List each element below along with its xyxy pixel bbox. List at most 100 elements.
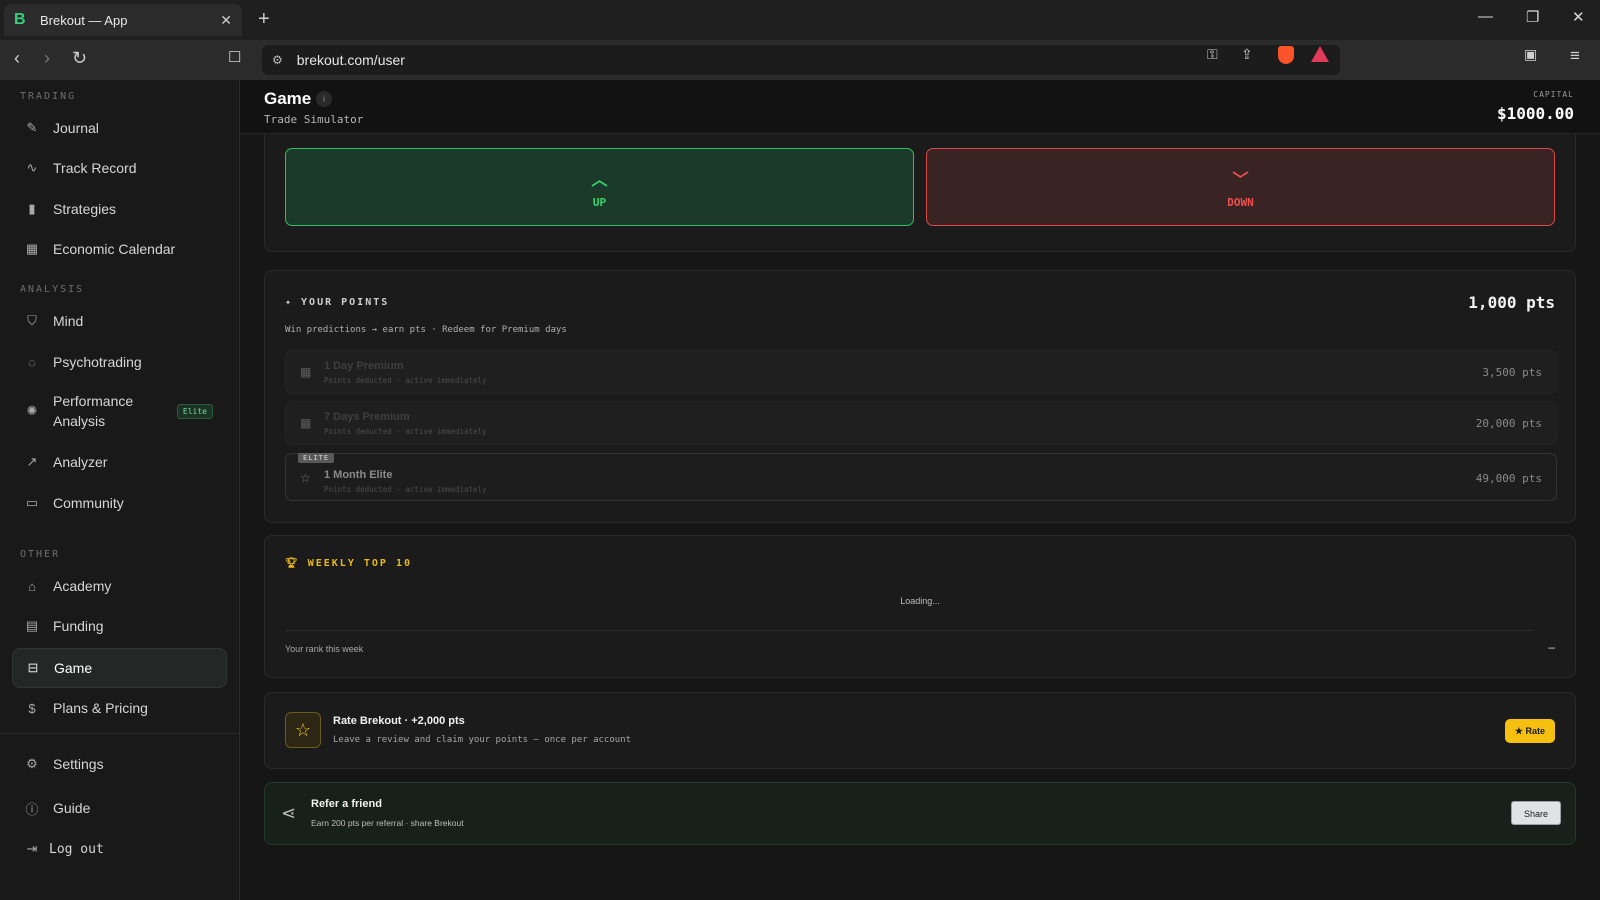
sidebar-item-label: Economic Calendar xyxy=(53,241,176,257)
site-settings-icon[interactable]: ⚙ xyxy=(272,53,283,67)
section-analysis: ANALYSIS xyxy=(20,284,85,295)
brave-rewards-icon[interactable] xyxy=(1311,46,1329,62)
sidebar-item-analyzer[interactable]: ↗ Analyzer xyxy=(12,443,227,481)
section-other: OTHER xyxy=(20,549,61,560)
brekout-favicon-icon: B xyxy=(14,11,26,28)
info-circle-icon: ⓘ xyxy=(25,801,39,817)
refer-subtitle: Earn 200 pts per referral · share Brekou… xyxy=(311,818,464,828)
sidebar-item-label: Funding xyxy=(53,618,104,634)
reward-desc: Points deducted · active immediately xyxy=(324,485,487,494)
reload-icon[interactable]: ↻ xyxy=(72,48,87,69)
bookmark-icon[interactable]: ☐ xyxy=(228,48,241,66)
reward-7-days-premium[interactable]: ▦ 7 Days Premium Points deducted · activ… xyxy=(285,401,1557,445)
new-tab-icon[interactable]: + xyxy=(258,8,270,31)
address-bar[interactable]: ⚙ brekout.com/user xyxy=(262,45,1340,75)
sidebar-item-game[interactable]: ⊟ Game xyxy=(12,648,227,688)
minimize-icon[interactable]: — xyxy=(1478,8,1493,25)
sidebar-item-journal[interactable]: ✎ Journal xyxy=(12,109,227,147)
rank-label: Your rank this week xyxy=(285,644,364,654)
rate-subtitle: Leave a review and claim your points — o… xyxy=(333,735,632,745)
sidebar-item-academy[interactable]: ⌂ Academy xyxy=(12,567,227,605)
activity-icon: ∿ xyxy=(26,160,38,175)
prediction-card: ︿ UP ﹀ DOWN xyxy=(264,134,1576,252)
brave-shield-icon[interactable] xyxy=(1278,46,1294,64)
sidebar-item-community[interactable]: ▭ Community xyxy=(12,484,227,522)
sidebar-item-psychotrading[interactable]: ◌ Psychotrading xyxy=(12,343,227,381)
menu-icon[interactable]: ≡ xyxy=(1570,46,1580,66)
down-button[interactable]: ﹀ DOWN xyxy=(926,148,1555,226)
sidebar-divider xyxy=(0,733,239,734)
sun-icon: ✺ xyxy=(26,403,38,418)
up-button[interactable]: ︿ UP xyxy=(285,148,914,226)
elite-tag: ELITE xyxy=(298,453,335,463)
capital-label: CAPITAL xyxy=(1533,90,1574,99)
rate-button[interactable]: ★ Rate xyxy=(1504,719,1555,743)
weekly-title: 🏆︎ WEEKLY TOP 10 xyxy=(285,558,412,569)
bulb-icon: ◌ xyxy=(28,354,36,370)
share-button[interactable]: Share xyxy=(1510,801,1561,825)
logout-label: Log out xyxy=(49,841,104,857)
briefcase-icon: ▤ xyxy=(25,618,39,633)
url-text[interactable]: brekout.com/user xyxy=(297,52,405,68)
reward-1-month-elite[interactable]: ELITE ☆ 1 Month Elite Points deducted · … xyxy=(285,453,1557,501)
browser-toolbar: ‹ › ↻ ☐ ⚙ brekout.com/user ⚿ ⇪ ▣ ≡ xyxy=(0,40,1600,80)
reader-icon[interactable]: ▣ xyxy=(1524,46,1537,63)
sidebar-item-label: Analyzer xyxy=(53,454,108,470)
info-icon[interactable]: i xyxy=(316,91,332,107)
reward-cost: 3,500 pts xyxy=(1482,366,1542,379)
sidebar-item-label: Game xyxy=(54,660,93,676)
sidebar-item-label: Academy xyxy=(53,578,112,594)
back-icon[interactable]: ‹ xyxy=(14,48,20,69)
points-value: 1,000 pts xyxy=(1468,293,1555,312)
sidebar-item-label: Performance Analysis xyxy=(53,393,134,429)
section-trading: TRADING xyxy=(20,91,77,102)
sidebar-item-mind[interactable]: ⛉ Mind xyxy=(12,302,227,340)
sidebar-item-performance-analysis[interactable]: ✺ Performance Analysis Elite xyxy=(12,383,227,439)
sidebar-item-label: Community xyxy=(53,495,124,511)
sidebar-item-settings[interactable]: ⚙ Settings xyxy=(12,745,227,783)
sidebar-item-label: Guide xyxy=(53,800,91,816)
chevron-up-icon: ︿ xyxy=(591,171,608,189)
pencil-icon: ✎ xyxy=(26,120,38,135)
sidebar-item-label: Settings xyxy=(53,756,104,772)
reward-cost: 20,000 pts xyxy=(1475,417,1542,430)
loading-text: Loading... xyxy=(900,596,940,606)
page-header: Game i Trade Simulator CAPITAL $1000.00 xyxy=(240,80,1600,134)
elite-badge: Elite xyxy=(176,404,213,419)
reward-desc: Points deducted · active immediately xyxy=(324,376,487,385)
sidebar-item-guide[interactable]: ⓘ Guide xyxy=(12,789,227,827)
key-icon[interactable]: ⚿ xyxy=(1207,46,1218,63)
weekly-title-text: WEEKLY TOP 10 xyxy=(307,558,412,569)
share-page-icon[interactable]: ⇪ xyxy=(1241,46,1253,63)
sidebar-item-plans-pricing[interactable]: $ Plans & Pricing xyxy=(12,689,227,727)
close-tab-icon[interactable]: ✕ xyxy=(220,12,232,29)
tab-title: Brekout — App xyxy=(40,12,128,28)
restore-icon[interactable]: ❐ xyxy=(1526,8,1539,26)
logout-button[interactable]: ⇥ Log out xyxy=(12,830,227,868)
sidebar-item-funding[interactable]: ▤ Funding xyxy=(12,607,227,645)
sidebar-item-label: Plans & Pricing xyxy=(53,700,148,716)
chevron-down-icon: ﹀ xyxy=(1232,171,1249,189)
up-label: UP xyxy=(592,195,607,209)
forward-icon[interactable]: › xyxy=(44,48,50,69)
trophy-icon: 🏆︎ xyxy=(285,558,308,569)
reward-1-day-premium[interactable]: ▦ 1 Day Premium Points deducted · active… xyxy=(285,350,1557,394)
weekly-top-card: 🏆︎ WEEKLY TOP 10 Loading... Your rank th… xyxy=(264,535,1576,678)
reward-title: 7 Days Premium xyxy=(324,411,410,423)
reward-desc: Points deducted · active immediately xyxy=(324,427,487,436)
browser-tab[interactable]: B Brekout — App ✕ xyxy=(4,4,242,36)
sidebar-item-strategies[interactable]: ▮ Strategies xyxy=(12,190,227,228)
star-icon: ☆ xyxy=(285,712,321,748)
main-content: Game i Trade Simulator CAPITAL $1000.00 … xyxy=(240,80,1600,900)
cap-icon: ⌂ xyxy=(28,578,36,594)
points-title: ✦ YOUR POINTS xyxy=(285,297,390,308)
sidebar-item-track-record[interactable]: ∿ Track Record xyxy=(12,149,227,187)
reward-title: 1 Month Elite xyxy=(324,469,393,481)
sidebar-item-economic-calendar[interactable]: ▦ Economic Calendar xyxy=(12,230,227,268)
close-window-icon[interactable]: ✕ xyxy=(1572,8,1585,26)
star-icon: ☆ xyxy=(300,471,311,485)
capital-value: $1000.00 xyxy=(1496,104,1574,123)
gear-icon: ⚙ xyxy=(26,756,38,771)
sidebar-item-label: Psychotrading xyxy=(53,354,142,370)
sidebar-item-label: Mind xyxy=(53,313,84,329)
